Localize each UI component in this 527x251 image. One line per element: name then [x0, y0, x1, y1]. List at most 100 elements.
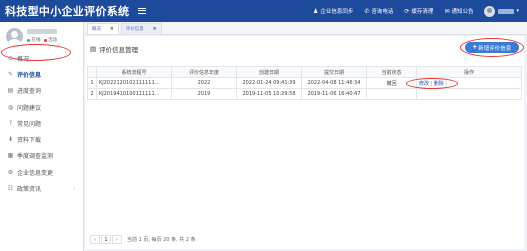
sidebar-item-label: 评价信息: [17, 71, 42, 79]
submitted-cell: 2019-11-06 16:40:47: [301, 88, 367, 100]
col-header-index: [87, 66, 97, 78]
hotline-label: 咨询电话: [371, 9, 394, 15]
survey-icon: ▦: [7, 152, 14, 160]
add-evaluation-label: 新增评价信息: [478, 45, 512, 52]
main-panel: ▤ 评价信息管理 + 新增评价信息 系统流程号 评价信息年度 创建日期 提交日期…: [85, 36, 524, 249]
download-icon: ⬇: [7, 136, 14, 144]
sidebar-item-suggestions[interactable]: ◍ 问题建议: [0, 99, 83, 115]
tab-label: 概况: [92, 27, 101, 32]
sidebar-item-label: 问题建议: [17, 104, 42, 112]
notice-link[interactable]: ✉ 通知公告: [444, 7, 474, 16]
sidebar-item-label: 政策资讯: [17, 186, 42, 194]
prev-page-button[interactable]: ‹: [90, 235, 100, 244]
profile-status: 在线 活动: [27, 37, 57, 43]
page-number-current[interactable]: 1: [101, 235, 111, 244]
created-cell: 2019-11-05 10:29:58: [236, 88, 302, 100]
plus-icon: +: [472, 44, 477, 51]
sync-company-info-label: 企业信息同步: [320, 9, 354, 15]
table-row: 1 KJ2022120102111111... 2022 2022-01-24 …: [87, 77, 522, 89]
col-header-created: 创建日期: [236, 66, 302, 78]
user-icon: ♟: [312, 7, 319, 15]
sidebar-item-overview[interactable]: ⊙ 概况: [0, 50, 83, 66]
hotline-link[interactable]: ✆ 咨询电话: [364, 7, 394, 16]
actions-cell: [416, 88, 522, 100]
col-header-year: 评价信息年度: [171, 66, 237, 78]
app-title: 科技型中小企业评价系统: [5, 5, 130, 18]
flow-no-cell: KJ2019410100111111...: [96, 88, 172, 100]
status-label: 活动: [48, 38, 57, 43]
tab-bar: 概况 ✖ 评价信息 ✖: [85, 22, 527, 35]
sidebar-item-downloads[interactable]: ⬇ 资料下载: [0, 131, 83, 147]
menu-toggle-icon[interactable]: [138, 8, 147, 14]
actions-cell: 修改 | 删除 |: [416, 77, 522, 89]
col-header-flow-no: 系统流程号: [96, 66, 172, 78]
year-cell: 2022: [171, 77, 237, 89]
sidebar-item-label: 进度查询: [17, 88, 42, 96]
next-page-button[interactable]: ›: [112, 235, 122, 244]
chevron-left-icon: ‹: [73, 185, 75, 192]
created-cell: 2022-01-24 09:41:39: [236, 77, 302, 89]
suggestion-icon: ◍: [7, 103, 14, 111]
settings-icon: ⚙: [7, 168, 14, 176]
col-header-submitted: 提交日期: [301, 66, 367, 78]
mail-icon: ✉: [444, 7, 450, 15]
user-avatar[interactable]: [484, 5, 496, 17]
profile-block: 在线 活动: [0, 22, 83, 50]
delete-link[interactable]: 删除: [434, 81, 444, 87]
flow-no-cell: KJ2022120102111111...: [96, 77, 172, 89]
separator: |: [430, 80, 433, 87]
sync-company-info-link[interactable]: ♟ 企业信息同步: [312, 7, 354, 16]
table-header-row: 系统流程号 评价信息年度 创建日期 提交日期 当前状态 操作: [87, 66, 522, 78]
table-row: 2 KJ2019410100111111... 2019 2019-11-05 …: [87, 88, 522, 100]
tab-evaluation-info[interactable]: 评价信息 ✖: [120, 23, 162, 34]
sidebar-item-label: 资料下载: [17, 137, 42, 145]
question-icon: ?: [8, 119, 13, 127]
evaluation-table: 系统流程号 评价信息年度 创建日期 提交日期 当前状态 操作 1 KJ20221…: [87, 66, 522, 100]
sidebar: 在线 活动 ⊙ 概况 ✎ 评价信息 ▤ 进度查询 ◍ 问题建议 ? 常见问题 ⬇…: [0, 22, 84, 251]
top-header: 科技型中小企业评价系统 ♟ 企业信息同步 ✆ 咨询电话 ⟳ 缓存清理 ✉ 通知公…: [0, 0, 527, 22]
chevron-down-icon[interactable]: ▾: [516, 8, 519, 14]
close-icon[interactable]: ✖: [153, 27, 157, 32]
refresh-icon: ⟳: [404, 7, 410, 15]
overview-icon: ⊙: [7, 54, 14, 62]
add-evaluation-button[interactable]: + 新增评价信息: [465, 42, 519, 53]
row-index: 1: [87, 77, 97, 89]
header-links: ♟ 企业信息同步 ✆ 咨询电话 ⟳ 缓存清理 ✉ 通知公告 ▾: [302, 5, 527, 17]
close-icon[interactable]: ✖: [110, 27, 114, 32]
online-dot-icon: [27, 38, 30, 42]
pagination-info: 当前 1 页, 每页 20 条, 共 2 条: [127, 237, 196, 243]
sidebar-item-label: 企业信息变更: [17, 169, 54, 177]
col-header-status: 当前状态: [366, 66, 417, 78]
progress-icon: ▤: [7, 87, 14, 95]
sidebar-item-info-change[interactable]: ⚙ 企业信息变更: [0, 164, 83, 180]
clear-cache-label: 缓存清理: [411, 9, 434, 15]
pagination: ‹ 1 › 当前 1 页, 每页 20 条, 共 2 条: [90, 235, 196, 244]
row-index: 2: [87, 88, 97, 100]
profile-name-redacted: [27, 29, 57, 34]
status-cell: [366, 88, 417, 100]
year-cell: 2019: [171, 88, 237, 100]
sidebar-item-label: 季度调查监测: [17, 153, 54, 161]
edit-link[interactable]: 修改: [419, 81, 429, 87]
clear-cache-link[interactable]: ⟳ 缓存清理: [404, 7, 434, 16]
sidebar-item-evaluation-info[interactable]: ✎ 评价信息: [0, 66, 83, 82]
online-label: 在线: [31, 38, 41, 43]
user-name-redacted[interactable]: [498, 8, 515, 14]
sidebar-item-label: 概况: [17, 55, 30, 63]
phone-icon: ✆: [364, 7, 370, 15]
sidebar-item-progress[interactable]: ▤ 进度查询: [0, 83, 83, 99]
notice-label: 通知公告: [451, 9, 474, 15]
list-icon: ▤: [90, 45, 97, 53]
page-title-text: 评价信息管理: [99, 46, 139, 54]
profile-avatar: [6, 27, 23, 45]
submitted-cell: 2022-04-08 11:46:34: [301, 77, 367, 89]
tab-label: 评价信息: [125, 27, 144, 32]
sidebar-item-quarterly-survey[interactable]: ▦ 季度调查监测: [0, 148, 83, 164]
tab-overview[interactable]: 概况 ✖: [87, 23, 119, 34]
sidebar-item-label: 常见问题: [17, 120, 42, 128]
status-dot-icon: [43, 38, 47, 42]
sidebar-item-faq[interactable]: ? 常见问题: [0, 115, 83, 131]
status-cell: 撤回: [366, 77, 417, 89]
news-icon: ☷: [7, 185, 14, 193]
sidebar-item-policy-news[interactable]: ☷ 政策资讯 ‹: [0, 180, 83, 196]
